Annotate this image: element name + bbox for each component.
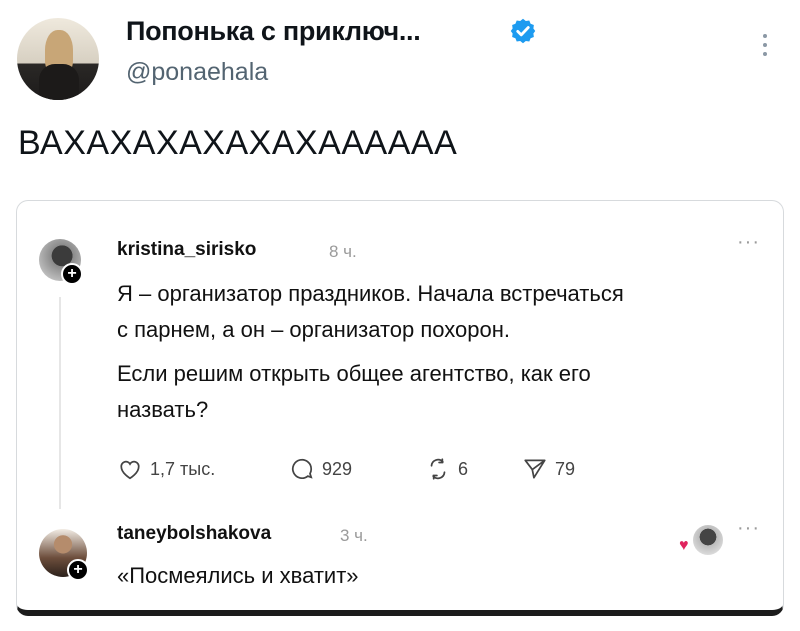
embedded-post-card: + kristina_sirisko 8 ч. ··· Я – организа…: [16, 200, 784, 616]
reply-more-icon[interactable]: ···: [737, 517, 760, 540]
author-liked-heart-icon: ♥: [679, 537, 689, 554]
repost-icon: [430, 458, 446, 480]
follow-plus-icon[interactable]: +: [67, 559, 89, 581]
post-author-name[interactable]: kristina_sirisko: [117, 239, 256, 261]
heart-icon: [120, 460, 140, 480]
like-count: 1,7 тыс.: [150, 458, 216, 479]
author-handle[interactable]: @ponaehala: [126, 58, 268, 87]
share-button[interactable]: 79: [522, 455, 575, 483]
author-avatar[interactable]: [17, 18, 99, 100]
reply-button[interactable]: 929: [289, 455, 352, 483]
post-more-icon[interactable]: ···: [737, 231, 760, 254]
send-icon: [524, 459, 546, 479]
comment-icon: [291, 458, 313, 479]
liked-by-author-avatar: [693, 525, 723, 555]
reply-count: 929: [322, 458, 353, 479]
post-text-line: Если решим открыть общее агентство, как …: [117, 361, 591, 386]
author-display-name[interactable]: Попонька с приключ...: [126, 16, 421, 47]
tweet-text: ВАХАХАХАХАХАХАААААА: [18, 124, 458, 162]
more-options-icon[interactable]: [760, 34, 770, 64]
like-button[interactable]: 1,7 тыс.: [117, 455, 215, 483]
reply-time: 3 ч.: [340, 526, 368, 545]
repost-button[interactable]: 6: [425, 455, 468, 483]
post-text-line: с парнем, а он – организатор похорон.: [117, 317, 510, 342]
verified-badge-icon: [510, 18, 536, 44]
reply-text: «Посмеялись и хватит»: [117, 563, 359, 588]
follow-plus-icon[interactable]: +: [61, 263, 83, 285]
repost-count: 6: [458, 458, 469, 479]
post-time: 8 ч.: [329, 242, 357, 261]
share-count: 79: [555, 458, 576, 479]
thread-line: [59, 297, 61, 509]
reply-author-name[interactable]: taneybolshakova: [117, 523, 271, 545]
post-text-line: назвать?: [117, 397, 209, 422]
post-text-line: Я – организатор праздников. Начала встре…: [117, 281, 624, 306]
